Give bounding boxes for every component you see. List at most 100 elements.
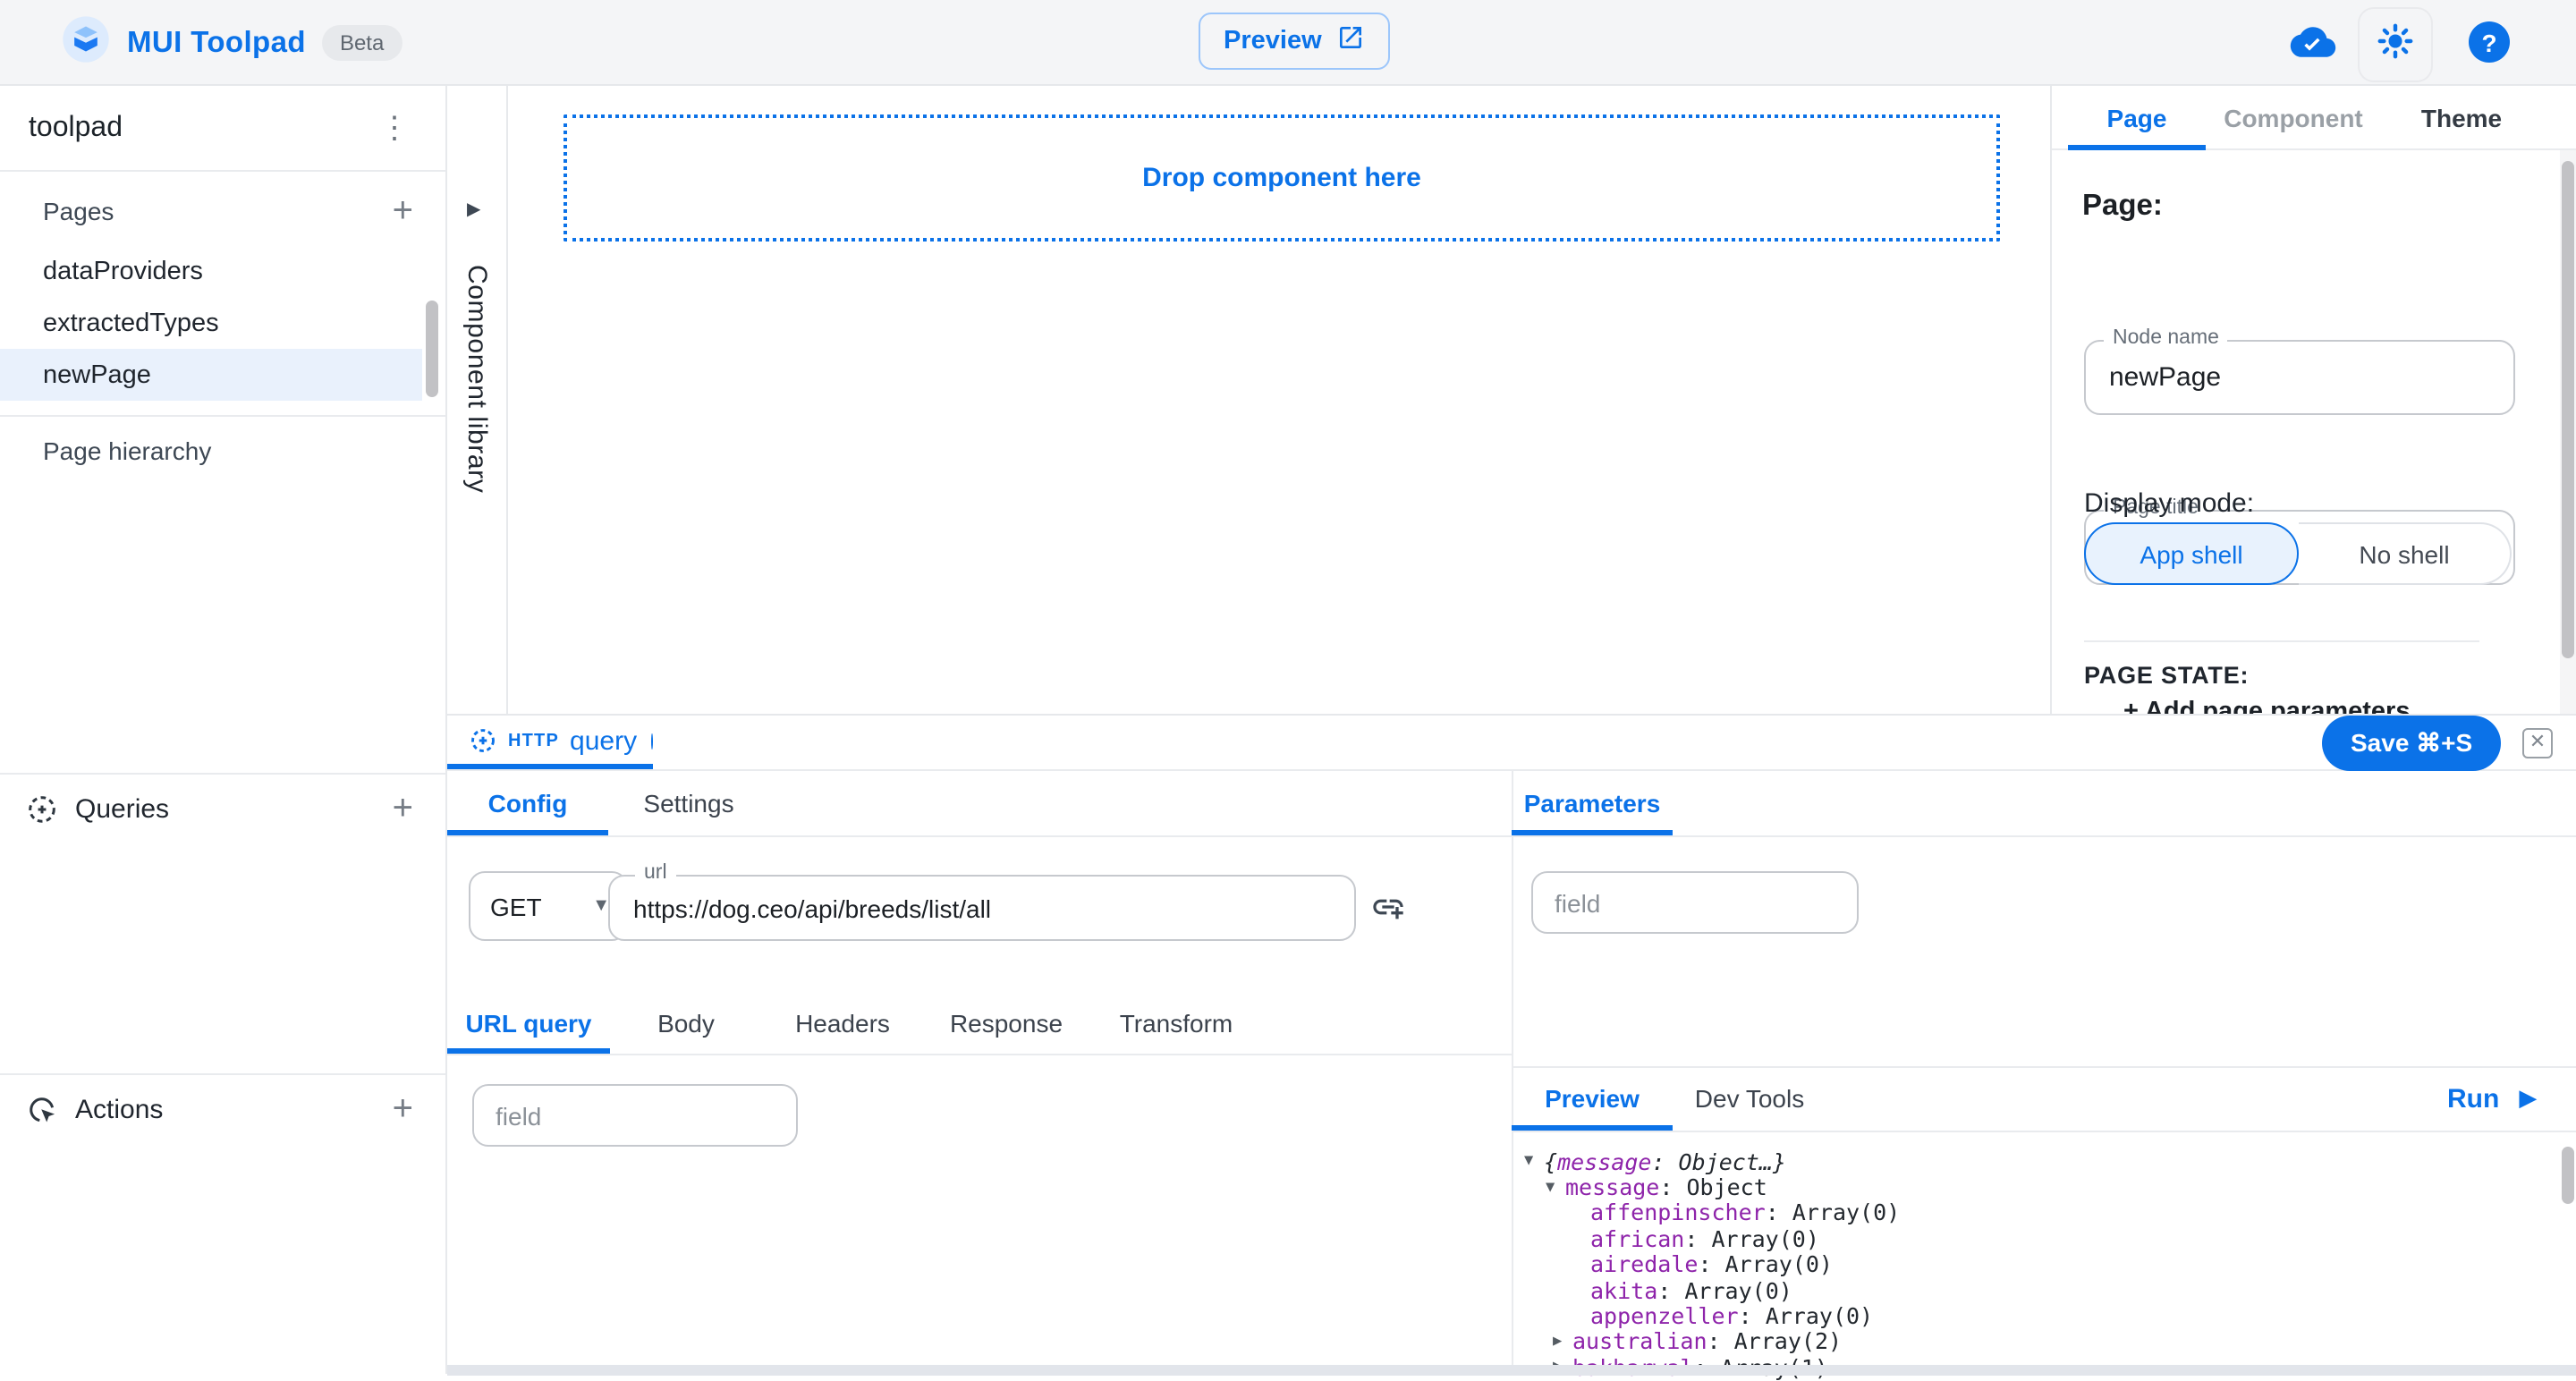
tab-config-label: Config bbox=[488, 788, 568, 817]
pages-list-scrollbar[interactable] bbox=[426, 301, 438, 397]
node-name-input[interactable] bbox=[2109, 362, 2472, 393]
json-tree-row[interactable]: ▼{message: Object…} bbox=[1524, 1148, 2526, 1174]
json-key: message bbox=[1565, 1173, 1659, 1200]
node-name-field[interactable]: Node name bbox=[2084, 340, 2515, 415]
inspector-scrollbar-thumb[interactable] bbox=[2562, 161, 2574, 658]
url-query-field-input[interactable] bbox=[472, 1084, 798, 1147]
save-button-label: Save ⌘+S bbox=[2351, 728, 2472, 758]
panel-resize-strip[interactable] bbox=[447, 1365, 2576, 1376]
expander-icon[interactable]: ▶ bbox=[1553, 1333, 1572, 1351]
tab-config[interactable]: Config bbox=[447, 769, 608, 835]
json-value: : Array(0) bbox=[1766, 1199, 1901, 1226]
display-mode-app-shell[interactable]: App shell bbox=[2084, 522, 2299, 585]
json-value: : Object bbox=[1659, 1173, 1767, 1200]
json-value: : Array(0) bbox=[1657, 1276, 1792, 1303]
query-editor-panel: HTTP query Save ⌘+S ✕ Config Settings GE… bbox=[447, 714, 2576, 1376]
query-tab[interactable]: HTTP query bbox=[447, 716, 653, 766]
json-scrollbar-thumb[interactable] bbox=[2562, 1147, 2574, 1204]
tab-dev-tools[interactable]: Dev Tools bbox=[1673, 1084, 1826, 1113]
url-field[interactable]: url bbox=[608, 875, 1356, 941]
expander-icon[interactable]: ▼ bbox=[1546, 1178, 1565, 1196]
tab-component-label: Component bbox=[2224, 103, 2363, 131]
tab-body-label: Body bbox=[657, 1009, 715, 1038]
preview-button[interactable]: Preview bbox=[1199, 13, 1390, 70]
add-page-button[interactable]: + bbox=[393, 193, 413, 229]
run-button[interactable]: Run ▶ bbox=[2447, 1066, 2537, 1131]
app-header: MUI Toolpad Beta Preview ? bbox=[0, 0, 2576, 86]
url-label: url bbox=[635, 862, 676, 884]
app-title: MUI Toolpad bbox=[127, 26, 306, 60]
tab-preview[interactable]: Preview bbox=[1512, 1084, 1673, 1113]
tab-transform[interactable]: Transform bbox=[1089, 1009, 1263, 1038]
project-menu-icon[interactable]: ⋮ bbox=[379, 113, 410, 143]
page-state-label: PAGE STATE: bbox=[2084, 662, 2249, 689]
preview-button-label: Preview bbox=[1224, 27, 1322, 55]
tab-page[interactable]: Page bbox=[2068, 86, 2206, 148]
json-tree-row[interactable]: affenpinscher: Array(0) bbox=[1524, 1200, 2526, 1226]
tab-settings[interactable]: Settings bbox=[608, 769, 769, 835]
query-name-label: query bbox=[570, 725, 637, 756]
tab-preview-label: Preview bbox=[1545, 1084, 1640, 1113]
pages-section-label: Pages bbox=[43, 197, 114, 225]
json-tree-row[interactable]: ▶australian: Array(2) bbox=[1524, 1328, 2526, 1354]
toolpad-logo-icon bbox=[61, 13, 111, 72]
tab-theme-label: Theme bbox=[2421, 103, 2502, 131]
page-hierarchy-label: Page hierarchy bbox=[43, 436, 211, 465]
sidebar-item-newpage[interactable]: newPage bbox=[0, 349, 422, 401]
method-select[interactable]: GET ▼ bbox=[469, 871, 628, 941]
drop-target[interactable]: Drop component here bbox=[564, 114, 2000, 241]
json-preview-tree: ▼{message: Object…} ▼message: Object aff… bbox=[1524, 1148, 2526, 1380]
node-name-label: Node name bbox=[2104, 327, 2228, 349]
save-button[interactable]: Save ⌘+S bbox=[2322, 716, 2501, 771]
http-protocol-label: HTTP bbox=[508, 731, 559, 750]
sidebar-item-dataproviders[interactable]: dataProviders bbox=[0, 245, 422, 297]
tab-dev-tools-label: Dev Tools bbox=[1695, 1084, 1804, 1113]
tab-component[interactable]: Component bbox=[2206, 86, 2381, 148]
http-query-icon bbox=[469, 726, 497, 755]
tab-parameters-label: Parameters bbox=[1524, 788, 1661, 817]
help-icon[interactable]: ? bbox=[2469, 21, 2510, 63]
tab-headers[interactable]: Headers bbox=[762, 1009, 923, 1038]
tab-url-query-label: URL query bbox=[465, 1009, 591, 1038]
json-tree-row[interactable]: appenzeller: Array(0) bbox=[1524, 1303, 2526, 1329]
expander-icon[interactable]: ▼ bbox=[1524, 1152, 1544, 1170]
json-tree-row[interactable]: ▼message: Object bbox=[1524, 1174, 2526, 1200]
url-input[interactable] bbox=[633, 894, 1318, 922]
no-shell-label: No shell bbox=[2359, 539, 2449, 568]
tab-parameters[interactable]: Parameters bbox=[1512, 769, 1673, 835]
json-value: : Array(0) bbox=[1739, 1302, 1874, 1329]
parameters-field-input[interactable] bbox=[1531, 871, 1859, 934]
beta-badge: Beta bbox=[322, 25, 402, 61]
tab-url-query[interactable]: URL query bbox=[447, 1009, 610, 1038]
close-panel-icon[interactable]: ✕ bbox=[2522, 728, 2553, 758]
page-item-label: extractedTypes bbox=[43, 309, 219, 337]
tab-body[interactable]: Body bbox=[610, 1009, 762, 1038]
json-key: appenzeller bbox=[1590, 1302, 1739, 1329]
add-binding-icon[interactable] bbox=[1370, 889, 1406, 925]
tab-page-label: Page bbox=[2107, 103, 2167, 131]
queries-icon bbox=[25, 792, 59, 826]
add-query-button[interactable]: + bbox=[393, 791, 413, 826]
add-page-parameters-button[interactable]: + Add page parameters bbox=[2123, 698, 2410, 714]
project-name: toolpad bbox=[29, 112, 123, 144]
json-key: australian bbox=[1572, 1328, 1707, 1355]
json-tree-row[interactable]: airedale: Array(0) bbox=[1524, 1251, 2526, 1277]
play-icon: ▶ bbox=[2519, 1084, 2537, 1113]
drop-hint-text: Drop component here bbox=[1142, 163, 1421, 193]
component-library-panel[interactable]: ▶ Component library bbox=[447, 86, 508, 714]
json-tree-row[interactable]: african: Array(0) bbox=[1524, 1225, 2526, 1251]
cloud-sync-icon[interactable] bbox=[2290, 23, 2336, 70]
inspector-panel: Page Component Theme Page: Node name Pag… bbox=[2050, 86, 2576, 714]
mui-toolpad-window: MUI Toolpad Beta Preview ? toolpad ⋮ Pag… bbox=[0, 0, 2576, 1374]
json-key: affenpinscher bbox=[1590, 1199, 1766, 1226]
add-action-button[interactable]: + bbox=[393, 1091, 413, 1127]
theme-toggle-button[interactable] bbox=[2358, 7, 2433, 82]
json-key: message bbox=[1557, 1148, 1651, 1174]
tab-theme[interactable]: Theme bbox=[2381, 86, 2542, 148]
tab-response[interactable]: Response bbox=[923, 1009, 1089, 1038]
display-mode-no-shell[interactable]: No shell bbox=[2299, 522, 2512, 585]
json-tree-row[interactable]: akita: Array(0) bbox=[1524, 1277, 2526, 1303]
sidebar-item-extractedtypes[interactable]: extractedTypes bbox=[0, 297, 422, 349]
app-shell-label: App shell bbox=[2140, 539, 2242, 568]
json-value: : Array(0) bbox=[1698, 1251, 1833, 1278]
